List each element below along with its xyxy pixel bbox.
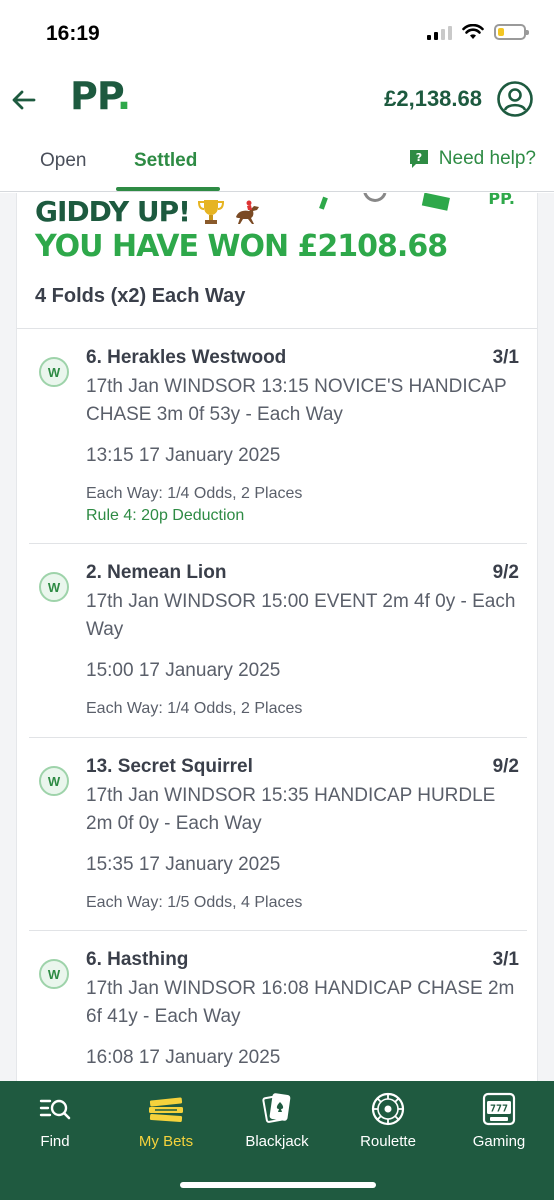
help-chat-icon: ?	[409, 150, 428, 168]
bet-list[interactable]: GIDDY UP! YOU HAVE WON £2108.68 PP. 4 Fo…	[0, 193, 554, 1081]
nav-gaming[interactable]: 777 Gaming	[444, 1091, 554, 1150]
signal-icon	[427, 24, 452, 40]
tab-settled[interactable]: Settled	[134, 150, 197, 172]
selection-time: 15:35 17 January 2025	[86, 854, 281, 875]
win-badge: W	[39, 959, 69, 989]
selection-odds: 3/1	[492, 949, 519, 970]
selection-name: 6. Herakles Westwood	[86, 347, 287, 368]
tab-open[interactable]: Open	[40, 150, 86, 172]
rule-4-deduction: Rule 4: 20p Deduction	[86, 507, 245, 524]
active-tab-indicator	[116, 187, 220, 191]
trophy-icon	[197, 199, 224, 224]
each-way-terms: Each Way: 1/4 Odds, 2 Places	[86, 485, 303, 502]
back-arrow-icon[interactable]	[8, 84, 40, 116]
selection-row[interactable]: W 13. Secret Squirrel 9/2 17th Jan WINDS…	[29, 738, 527, 931]
selection-odds: 9/2	[492, 562, 519, 583]
status-icons	[427, 24, 529, 40]
nav-find[interactable]: Find	[0, 1091, 110, 1150]
selection-description: 17th Jan WINDSOR 16:08 HANDICAP CHASE 2m…	[86, 978, 515, 1027]
selection-name: 13. Secret Squirrel	[86, 756, 253, 777]
nav-label: Roulette	[360, 1133, 416, 1150]
blackjack-icon	[262, 1093, 291, 1123]
selection-time: 13:15 17 January 2025	[86, 445, 281, 466]
selection-row[interactable]: W 6. Herakles Westwood 3/1 17th Jan WIND…	[29, 329, 527, 544]
selection-name: 2. Nemean Lion	[86, 562, 227, 583]
status-bar: 16:19	[0, 0, 554, 68]
win-amount: YOU HAVE WON £2108.68	[35, 229, 448, 264]
my-bets-icon	[149, 1097, 183, 1122]
selection-odds: 3/1	[492, 347, 519, 368]
pp-logo[interactable]: PP.	[70, 74, 131, 118]
need-help-link[interactable]: ? Need help?	[408, 148, 536, 170]
selection-time: 15:00 17 January 2025	[86, 660, 281, 681]
selection-row[interactable]: W 2. Nemean Lion 9/2 17th Jan WINDSOR 15…	[29, 544, 527, 738]
selection-description: 17th Jan WINDSOR 15:35 HANDICAP HURDLE 2…	[86, 785, 496, 834]
confetti-decoration	[319, 193, 450, 211]
selection-odds: 9/2	[492, 756, 519, 777]
each-way-terms: Each Way: 1/5 Odds, 4 Places	[86, 894, 303, 911]
bottom-nav: Find My Bets Blackjack Roulette 777 Gami…	[0, 1081, 554, 1200]
account-icon[interactable]	[496, 80, 534, 118]
nav-blackjack[interactable]: Blackjack	[222, 1091, 332, 1150]
selection-row[interactable]: W 6. Hasthing 3/1 17th Jan WINDSOR 16:08…	[29, 931, 527, 1081]
bet-card: GIDDY UP! YOU HAVE WON £2108.68 PP. 4 Fo…	[16, 193, 538, 1081]
nav-roulette[interactable]: Roulette	[333, 1091, 443, 1150]
horse-racing-icon	[235, 200, 259, 224]
bets-tabs: Open Settled ? Need help?	[0, 132, 554, 192]
svg-text:777: 777	[490, 1104, 508, 1115]
nav-label: Gaming	[472, 1133, 526, 1150]
roulette-icon	[371, 1092, 405, 1126]
nav-label: Find	[40, 1133, 70, 1150]
svg-text:?: ?	[416, 151, 422, 164]
nav-label: My Bets	[138, 1133, 194, 1150]
banner-pp-logo: PP.	[488, 193, 515, 208]
selection-description: 17th Jan WINDSOR 15:00 EVENT 2m 4f 0y - …	[86, 591, 516, 640]
nav-my-bets[interactable]: My Bets	[111, 1091, 221, 1150]
find-icon	[39, 1099, 71, 1120]
account-balance[interactable]: £2,138.68	[384, 86, 482, 112]
each-way-terms: Each Way: 1/4 Odds, 2 Places	[86, 700, 303, 717]
battery-icon	[494, 24, 529, 40]
home-indicator	[180, 1182, 376, 1188]
bet-type: 4 Folds (x2) Each Way	[35, 285, 246, 307]
gaming-icon: 777	[482, 1092, 516, 1126]
status-time: 16:19	[46, 22, 100, 45]
win-badge: W	[39, 766, 69, 796]
win-badge: W	[39, 572, 69, 602]
need-help-label: Need help?	[438, 148, 536, 169]
selection-name: 6. Hasthing	[86, 949, 189, 970]
selection-description: 17th Jan WINDSOR 13:15 NOVICE'S HANDICAP…	[86, 376, 507, 425]
win-badge: W	[39, 357, 69, 387]
nav-label: Blackjack	[245, 1133, 309, 1150]
wifi-icon	[462, 24, 484, 39]
win-headline: GIDDY UP!	[35, 195, 264, 228]
selection-time: 16:08 17 January 2025	[86, 1047, 281, 1068]
app-header: PP. £2,138.68	[0, 68, 554, 132]
